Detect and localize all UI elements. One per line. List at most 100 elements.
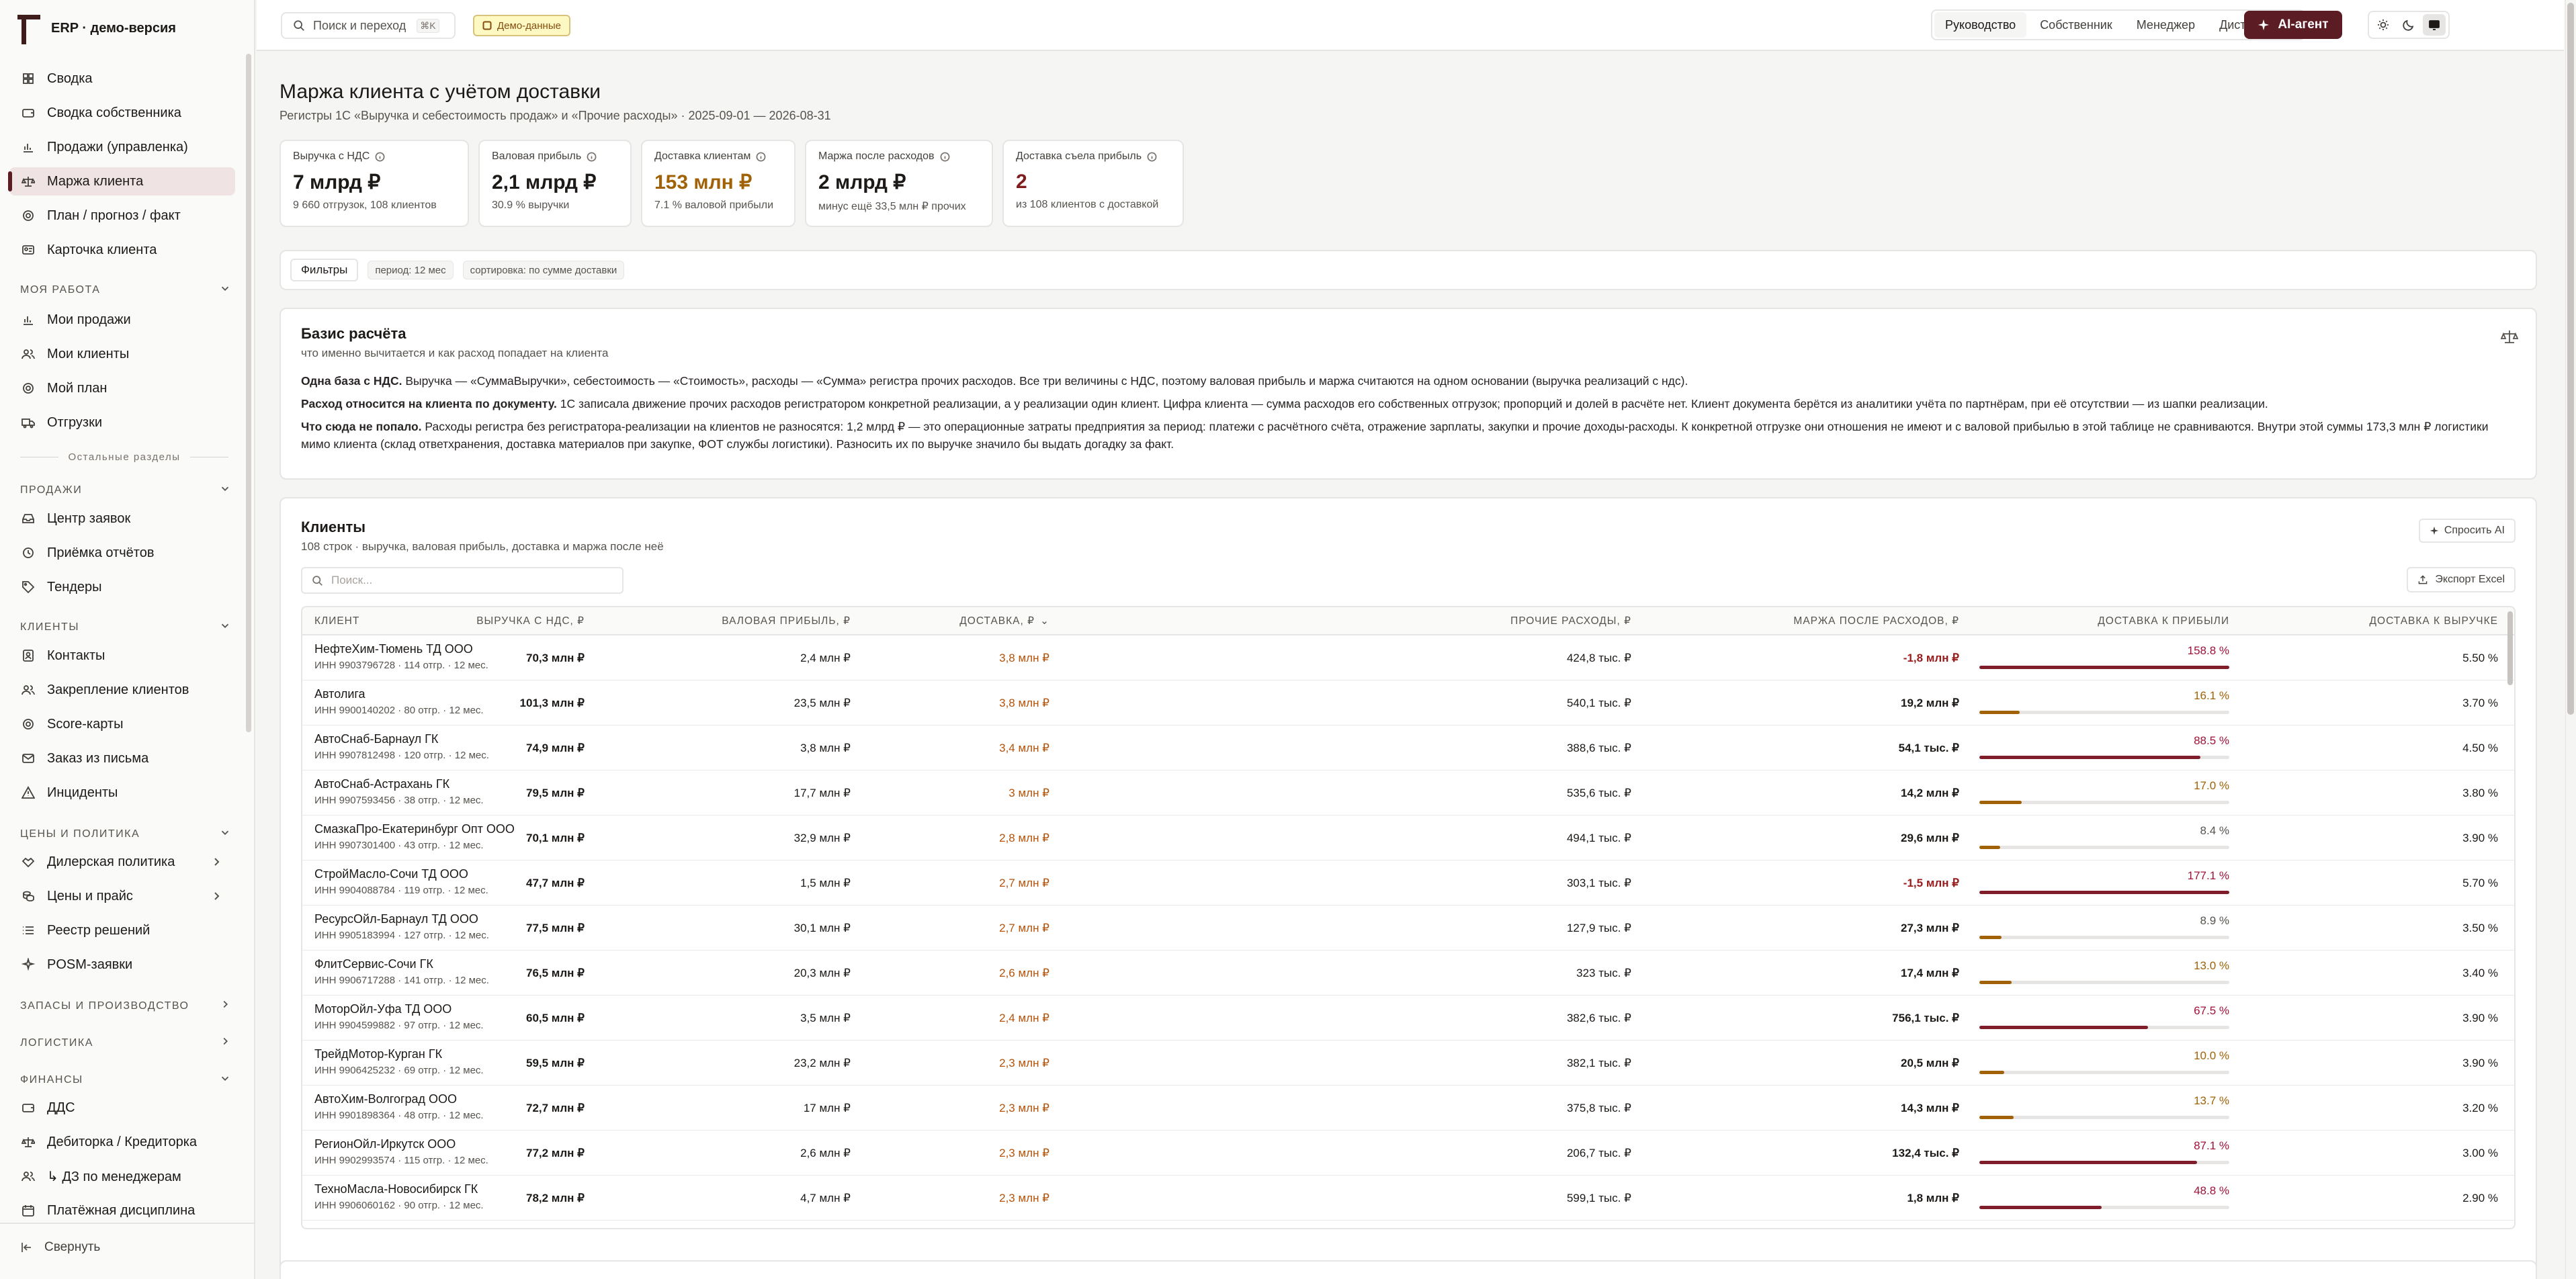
sidebar-item-my-sales[interactable]: Мои продажи <box>9 306 235 334</box>
sidebar-item-client-assignment[interactable]: Закрепление клиентов <box>9 676 235 704</box>
theme-system-button[interactable] <box>2423 14 2446 36</box>
sidebar-item-owner-summary[interactable]: Сводка собственника <box>9 99 235 127</box>
table-row[interactable]: ТехноМасла-Новосибирск ГК ИНН 9906060162 … <box>302 1176 2514 1221</box>
table-row[interactable]: РесурсОйл-Барнаул ТД ООО ИНН 9905183994 ·… <box>302 906 2514 951</box>
role-tab-owner[interactable]: Собственник <box>2029 12 2123 38</box>
filter-chip-period[interactable]: период: 12 мес <box>368 261 454 279</box>
role-tab-management[interactable]: Руководство <box>1934 12 2027 38</box>
col-delivery-to-revenue[interactable]: Доставка к выручке <box>2229 607 2498 635</box>
page-scroll-thumb[interactable] <box>2567 3 2574 715</box>
section-header-logistics[interactable]: Логистика <box>20 1035 235 1051</box>
table-row[interactable]: АвтоСнаб-Барнаул ГК ИНН 9907812498 · 120 … <box>302 725 2514 770</box>
sidebar-item-payment-discipline[interactable]: Платёжная дисциплина <box>9 1196 235 1225</box>
client-name[interactable]: РесурсОйл-Барнаул ТД ООО <box>314 912 478 926</box>
cell-revenue: 101,3 млн ₽ <box>519 697 585 709</box>
client-name[interactable]: Автолига <box>314 687 366 701</box>
kpi-card-gross-profit[interactable]: Валовая прибыль 2,1 млрд ₽ 30.9 % выручки <box>478 140 632 227</box>
collapse-sidebar-button[interactable]: Свернуть <box>20 1240 100 1255</box>
col-revenue[interactable]: Выручка с НДС, ₽ <box>316 607 585 635</box>
table-row[interactable]: Автолига ИНН 9900140202 · 80 отгр. · 12 м… <box>302 680 2514 725</box>
client-info: ИНН 9907812498 · 120 отгр. · 12 мес. <box>314 750 489 761</box>
table-row[interactable]: НефтеХим-Тюмень ТД ООО ИНН 9903796728 · 1… <box>302 635 2514 680</box>
table-scrollbar[interactable] <box>2507 611 2513 685</box>
kpi-card-delivery[interactable]: Доставка клиентам 153 млн ₽ 7.1 % валовой … <box>641 140 796 227</box>
client-name[interactable]: НефтеХим-Тюмень ТД ООО <box>314 642 473 656</box>
client-name[interactable]: ФлитСервис-Сочи ГК <box>314 957 433 971</box>
sidebar-item-incidents[interactable]: Инциденты <box>9 779 235 807</box>
chevron-right-icon <box>210 855 223 869</box>
kpi-card-delivery-ate-profit[interactable]: Доставка съела прибыль 2 из 108 клиентов с… <box>1002 140 1184 227</box>
sidebar-item-plan-forecast[interactable]: План / прогноз / факт <box>9 202 235 230</box>
table-row[interactable]: АвтоСнаб-Астрахань ГК ИНН 9907593456 · 38… <box>302 770 2514 815</box>
client-name[interactable]: АвтоСнаб-Барнаул ГК <box>314 732 438 746</box>
table-row[interactable]: ФлитСервис-Сочи ГК ИНН 9906717288 · 141 о… <box>302 951 2514 996</box>
sidebar-item-contacts[interactable]: Контакты <box>9 642 235 670</box>
delivery-to-profit-bar <box>1979 1071 2229 1074</box>
sidebar-item-my-plan[interactable]: Мой план <box>9 374 235 402</box>
section-header-clients[interactable]: Клиенты <box>20 619 235 635</box>
sidebar-item-shipments[interactable]: Отгрузки <box>9 408 235 437</box>
table-row[interactable]: МоторОйл-Уфа ТД ООО ИНН 9904599882 · 97 о… <box>302 996 2514 1041</box>
ask-ai-button[interactable]: Спросить AI <box>2418 519 2516 543</box>
filters-button[interactable]: Фильтры <box>290 259 359 281</box>
sidebar-item-client-margin[interactable]: Маржа клиента <box>8 167 235 195</box>
section-header-my-work[interactable]: Моя работа <box>20 282 235 298</box>
sidebar-item-order-from-email[interactable]: Заказ из письма <box>9 744 235 773</box>
sidebar-scrollbar[interactable] <box>246 54 251 732</box>
kpi-card-margin-after[interactable]: Маржа после расходов 2 млрд ₽ минус ещё 33… <box>805 140 993 227</box>
sidebar-item-my-clients[interactable]: Мои клиенты <box>9 340 235 368</box>
sidebar-item-cash-flow[interactable]: ДДС <box>9 1094 235 1122</box>
client-name[interactable]: МоторОйл-Уфа ТД ООО <box>314 1002 452 1016</box>
col-delivery-to-profit[interactable]: Доставка к прибыли <box>1961 607 2229 635</box>
kpi-card-revenue[interactable]: Выручка с НДС 7 млрд ₽ 9 660 отгрузок, 108… <box>280 140 469 227</box>
info-icon <box>940 152 949 161</box>
basis-subtitle: что именно вычитается и как расход попад… <box>301 347 609 359</box>
scale-icon <box>22 1135 35 1149</box>
filter-chip-sort[interactable]: сортировка: по сумме доставки <box>462 261 625 279</box>
sidebar-item-reports[interactable]: Приёмка отчётов <box>9 539 235 567</box>
col-delivery[interactable]: Доставка, ₽ ⌄ <box>848 607 1049 635</box>
section-header-finance[interactable]: Финансы <box>20 1072 235 1088</box>
role-tab-manager[interactable]: Менеджер <box>2126 12 2206 38</box>
col-other-expenses[interactable]: Прочие расходы, ₽ <box>1363 607 1631 635</box>
table-row[interactable]: СмазкаПро-Екатеринбург Опт ООО ИНН 990730… <box>302 815 2514 861</box>
table-row[interactable]: СтройМасло-Сочи ТД ООО ИНН 9904088784 · 1… <box>302 861 2514 906</box>
delivery-to-profit-bar-fill <box>1979 936 2002 939</box>
sidebar-item-tenders[interactable]: Тендеры <box>9 573 235 601</box>
page-title: Маржа клиента с учётом доставки <box>280 81 601 103</box>
sidebar-item-sales-mgmt[interactable]: Продажи (управленка) <box>9 133 235 161</box>
table-row[interactable]: ТрейдМотор-Курган ГК ИНН 9906425232 · 69 … <box>302 1041 2514 1086</box>
section-header-stock[interactable]: Запасы и производство <box>20 998 235 1014</box>
sidebar-item-posm-requests[interactable]: POSM-заявки <box>9 951 235 979</box>
client-name[interactable]: АвтоХим-Волгоград ООО <box>314 1092 457 1106</box>
sidebar-item-receivables-by-manager[interactable]: ↳ ДЗ по менеджерам <box>9 1162 235 1190</box>
sidebar-item-score-cards[interactable]: Score-карты <box>9 710 235 738</box>
client-name[interactable]: ТехноМасла-Новосибирск ГК <box>314 1182 478 1196</box>
sidebar-item-prices[interactable]: Цены и прайс <box>9 882 235 910</box>
brand[interactable]: ERP · демо-версия <box>17 12 176 44</box>
client-name[interactable]: СмазкаПро-Екатеринбург Опт ООО <box>314 822 515 836</box>
sidebar-item-requests[interactable]: Центр заявок <box>9 504 235 533</box>
section-header-pricing[interactable]: Цены и политика <box>20 826 235 842</box>
global-search[interactable]: Поиск и переход ⌘K <box>281 12 456 39</box>
table-row[interactable]: РегионОйл-Иркутск ООО ИНН 9902993574 · 11… <box>302 1131 2514 1176</box>
theme-light-button[interactable] <box>2372 14 2395 36</box>
clients-search-input[interactable]: Поиск... <box>301 567 624 594</box>
export-excel-button[interactable]: Экспорт Excel <box>2407 567 2516 592</box>
sidebar-item-client-card[interactable]: Карточка клиента <box>9 236 235 264</box>
sidebar-item-summary[interactable]: Сводка <box>9 64 235 93</box>
sidebar-item-dealer-policy[interactable]: Дилерская политика <box>9 848 235 876</box>
client-name[interactable]: ТрейдМотор-Курган ГК <box>314 1047 442 1061</box>
ai-agent-button[interactable]: AI-агент <box>2244 11 2342 39</box>
col-gross[interactable]: Валовая прибыль, ₽ <box>582 607 851 635</box>
sidebar-item-decisions-registry[interactable]: Реестр решений <box>9 916 235 944</box>
client-name[interactable]: СтройМасло-Сочи ТД ООО <box>314 867 468 881</box>
scale-icon[interactable] <box>2500 328 2519 345</box>
client-name[interactable]: АвтоСнаб-Астрахань ГК <box>314 777 449 791</box>
client-name[interactable]: РегионОйл-Иркутск ООО <box>314 1137 456 1151</box>
theme-dark-button[interactable] <box>2397 14 2420 36</box>
table-row[interactable]: АвтоХим-Волгоград ООО ИНН 9901898364 · 48… <box>302 1086 2514 1131</box>
sidebar-item-receivables-payables[interactable]: Дебиторка / Кредиторка <box>9 1128 235 1156</box>
col-margin-after[interactable]: Маржа после расходов, ₽ <box>1623 607 1959 635</box>
section-header-sales[interactable]: Продажи <box>20 482 235 498</box>
